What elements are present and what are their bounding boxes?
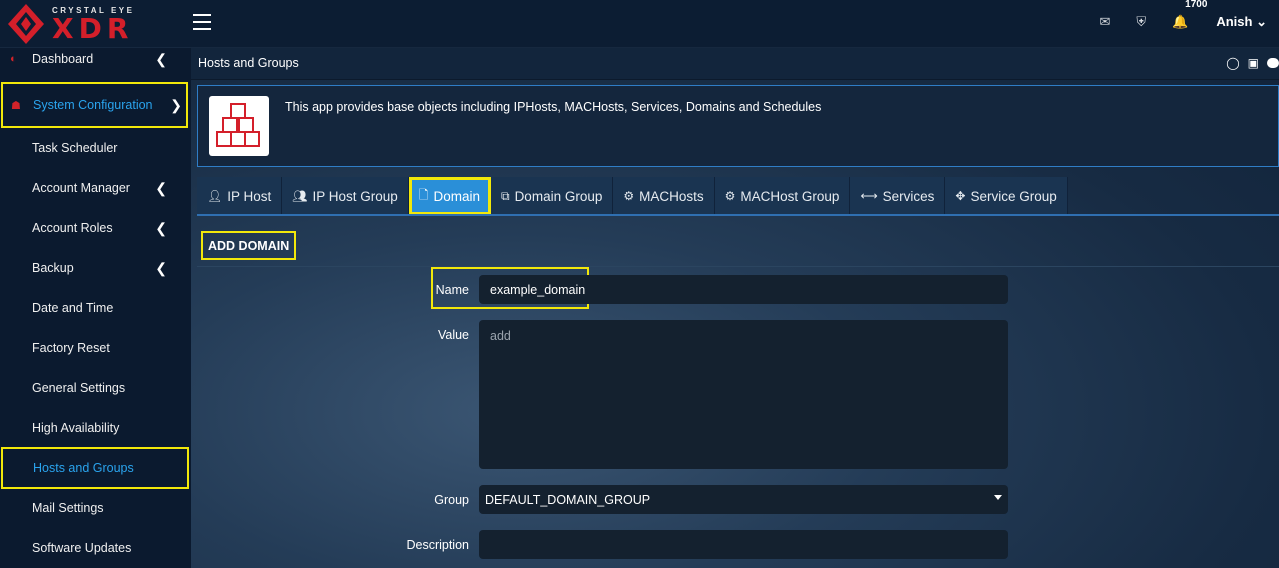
sidebar-item-backup[interactable]: Backup ❮ [0,251,191,285]
panel-title: ADD DOMAIN [201,231,297,260]
description-input[interactable] [479,530,1008,559]
sidebar-item-label: System Configuration [33,98,153,112]
panel-divider [197,266,1279,267]
tab-services[interactable]: ⟷ Services [850,177,946,215]
sidebar-item-factory-reset[interactable]: Factory Reset [0,331,191,365]
app-description: This app provides base objects including… [285,100,822,114]
tab-label: MACHosts [639,188,704,204]
tab-label: IP Host [227,188,272,204]
sidebar-item-software-updates[interactable]: Software Updates [0,531,191,565]
tab-machosts[interactable]: ⚙︎ MACHosts [613,177,715,215]
tab-domain-group[interactable]: ⧉ Domain Group [491,177,614,215]
sidebar-item-mail-settings[interactable]: Mail Settings [0,491,191,525]
sidebar-item-account-roles[interactable]: Account Roles ❮ [0,211,191,245]
name-label: Name [435,283,469,297]
sidebar-item-task-scheduler[interactable]: Task Scheduler [0,131,191,165]
tab-label: Domain [433,188,480,204]
value-label: Value [437,328,469,342]
sidebar-item-label: Account Manager [32,181,130,195]
name-input[interactable] [479,275,1008,304]
content-header: Hosts and Groups ◯ ▣ [191,48,1279,80]
tab-ip-host[interactable]: 👤︎ IP Host [197,177,283,215]
sidebar-item-label: General Settings [32,381,126,395]
top-icons: ✉ ⛨ 🔔 1700 Anish ⌄ [1073,0,1267,44]
tab-bar: 👤︎ IP Host 👥︎ IP Host Group 🗋︎ Domain ⧉ Doma… [197,177,1068,215]
caret-down-icon [994,495,1002,500]
file-icon: 🗋︎ [418,187,429,202]
sidebar-item-account-manager[interactable]: Account Manager ❮ [0,171,191,205]
tab-label: Domain Group [514,188,603,204]
sidebar-item-label: Date and Time [32,301,114,315]
notification-count: 1700 [1185,0,1208,10]
envelope-icon[interactable]: ✉ [1099,14,1110,30]
sidebar-item-label: Software Updates [32,541,132,555]
arrows-icon: ✥ [955,189,966,203]
sidebar-item-label: Hosts and Groups [33,461,134,475]
user-icon: 👤︎ [207,189,223,203]
tab-label: Service Group [970,188,1057,204]
toggle-icon[interactable] [1267,58,1279,68]
arrows-h-icon: ⟷ [860,189,878,203]
page-title: Hosts and Groups [198,56,299,70]
tab-ip-host-group[interactable]: 👥︎ IP Host Group [282,177,409,215]
sidebar-item-system-configuration[interactable]: ☗ System Configuration ❯ [1,82,188,128]
home-icon: ☗ [11,99,21,112]
group-label: Group [434,493,469,507]
sidebar-item-label: Account Roles [32,221,113,235]
sidebar-item-hosts-and-groups[interactable]: Hosts and Groups [1,447,189,489]
chevron-left-icon: ❮ [155,179,167,196]
app-info-box: This app provides base objects including… [197,85,1279,167]
tab-machost-group[interactable]: ⚙︎ MACHost Group [715,177,851,215]
sidebar-item-high-availability[interactable]: High Availability [0,411,191,445]
user-name: Anish [1216,14,1253,29]
cubes-icon [209,96,269,156]
tab-domain[interactable]: 🗋︎ Domain [408,177,491,215]
copy-icon: ⧉ [500,188,510,203]
tab-label: IP Host Group [312,188,398,204]
tab-service-group[interactable]: ✥ Service Group [945,177,1068,215]
sidebar-item-label: High Availability [32,421,120,435]
sidebar-item-general-settings[interactable]: General Settings [0,371,191,405]
value-textarea[interactable] [479,320,1008,469]
sidebar-item-label: Dashboard [32,52,94,66]
group-select[interactable]: DEFAULT_DOMAIN_GROUP [479,485,1008,514]
chevron-down-icon: ⌄ [1256,14,1267,29]
sidebar-item-label: Factory Reset [32,341,110,355]
sidebar-item-label: Mail Settings [32,501,104,515]
tabs-divider [197,214,1279,216]
group-select-value: DEFAULT_DOMAIN_GROUP [485,492,651,507]
dashboard-icon: ◐ [10,53,17,65]
sidebar-item-label: Backup [32,261,74,275]
user-menu[interactable]: Anish ⌄ [1216,14,1267,30]
sidebar: ◐ Dashboard ❮ ☗ System Configuration ❯ T… [0,48,191,568]
brand-logo[interactable]: CRYSTAL EYE XDR [6,2,186,46]
header-icons: ◯ ▣ [1226,56,1279,70]
description-label: Description [406,538,469,552]
top-bar: CRYSTAL EYE XDR ✉ ⛨ 🔔 1700 Anish ⌄ [0,0,1279,48]
bell-icon[interactable]: 🔔 1700 [1172,0,1207,30]
tab-label: MACHost Group [740,188,840,204]
main-content: Hosts and Groups ◯ ▣ This app provides b… [191,48,1279,568]
gear-icon: ⚙︎ [623,189,635,203]
shield-icon[interactable]: ⛨ [1136,14,1146,30]
chevron-left-icon: ❮ [155,259,167,276]
chevron-down-icon: ❯ [170,96,182,113]
chevron-left-icon: ❮ [155,50,167,67]
sidebar-item-date-and-time[interactable]: Date and Time [0,291,191,325]
users-icon: 👥︎ [292,189,308,203]
lightbulb-icon[interactable]: ◯ [1226,56,1239,70]
chevron-left-icon: ❮ [155,219,167,236]
menu-toggle-icon[interactable] [193,14,211,30]
gears-icon: ⚙︎ [724,189,736,203]
sidebar-item-dashboard[interactable]: ◐ Dashboard ❮ [0,42,191,76]
book-icon[interactable]: ▣ [1248,56,1259,70]
logo-mark-icon [8,4,44,44]
tab-label: Services [882,188,935,204]
brand-name: XDR [52,12,134,45]
sidebar-item-label: Task Scheduler [32,141,118,155]
